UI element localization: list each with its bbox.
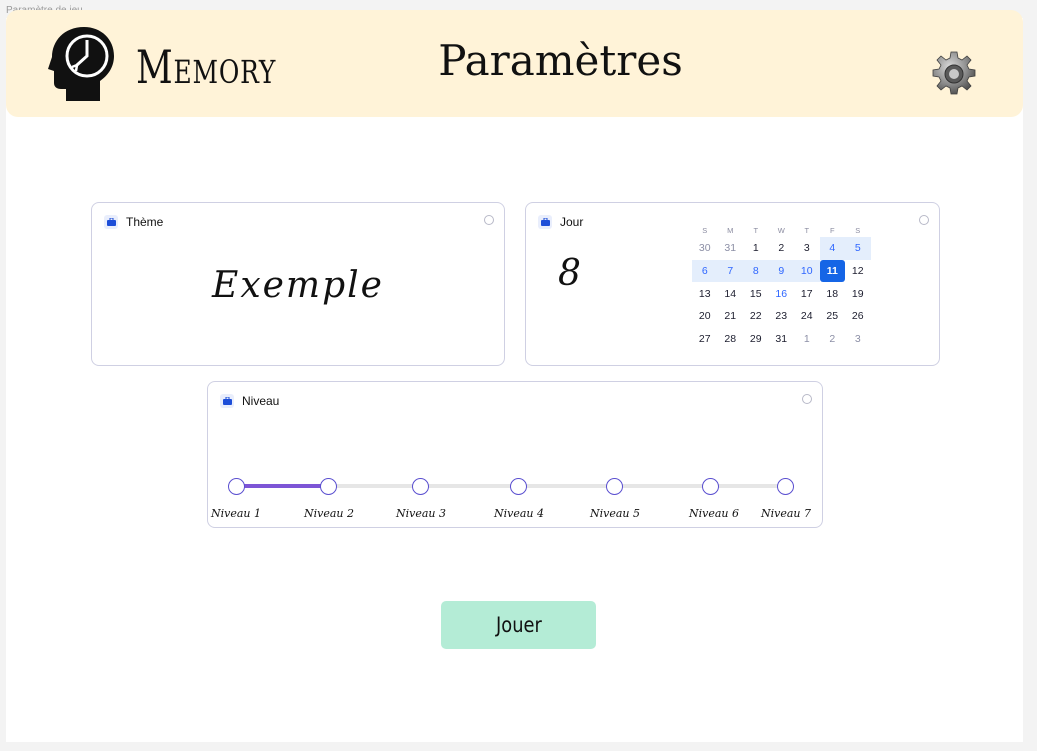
weekday: S (855, 225, 861, 235)
calendar-day[interactable]: 12 (845, 260, 871, 283)
weekday: W (777, 225, 785, 235)
level-label-4[interactable]: Niveau 4 (494, 507, 544, 520)
calendar-day[interactable]: 24 (794, 305, 820, 328)
calendar-day[interactable]: 23 (769, 305, 795, 328)
calendar-day-today[interactable]: 16 (769, 282, 795, 305)
app-header: Memory Paramètres (6, 10, 1023, 117)
calendar-day[interactable]: 30 (692, 237, 718, 260)
calendar-day[interactable]: 17 (794, 282, 820, 305)
theme-card[interactable]: Thème Exemple (91, 202, 505, 366)
weekday: T (753, 225, 759, 235)
level-knob-4[interactable] (510, 478, 527, 495)
calendar-day[interactable]: 5 (845, 237, 871, 260)
level-knob-2[interactable] (320, 478, 337, 495)
calendar-day[interactable]: 28 (718, 328, 744, 351)
calendar-day[interactable]: 8 (743, 259, 769, 283)
theme-radio[interactable] (484, 215, 494, 225)
calendar-week: 6 7 8 9 10 11 12 (692, 259, 871, 283)
theme-value: Exemple (212, 265, 384, 306)
calendar-day[interactable]: 1 (743, 237, 769, 260)
calendar: S M T W T F S 30 31 1 2 3 4 5 6 7 8 9 10… (692, 223, 871, 350)
calendar-day[interactable]: 1 (794, 328, 820, 351)
level-label-2[interactable]: Niveau 2 (304, 507, 354, 520)
day-card[interactable]: Jour 8 S M T W T F S 30 31 1 2 3 4 5 6 7… (525, 202, 940, 366)
level-knob-1[interactable] (228, 478, 245, 495)
calendar-day[interactable]: 3 (845, 328, 871, 351)
play-button[interactable]: Jouer (441, 601, 596, 649)
level-label: Niveau (242, 394, 280, 408)
calendar-day[interactable]: 22 (743, 305, 769, 328)
level-knob-6[interactable] (702, 478, 719, 495)
gear-icon[interactable] (930, 50, 978, 98)
calendar-week: 20 21 22 23 24 25 26 (692, 305, 871, 328)
calendar-week: 13 14 15 16 17 18 19 (692, 282, 871, 305)
calendar-day[interactable]: 18 (820, 282, 846, 305)
theme-card-header: Thème (104, 215, 163, 229)
level-label-1[interactable]: Niveau 1 (211, 507, 261, 520)
calendar-day[interactable]: 19 (845, 282, 871, 305)
calendar-day[interactable]: 14 (718, 282, 744, 305)
calendar-weekdays: S M T W T F S (692, 223, 871, 237)
day-card-header: Jour (538, 215, 583, 229)
calendar-day[interactable]: 29 (743, 328, 769, 351)
calendar-day[interactable]: 4 (819, 237, 845, 260)
level-label-3[interactable]: Niveau 3 (396, 507, 446, 520)
briefcase-icon (104, 215, 118, 229)
weekday: S (702, 225, 708, 235)
calendar-day[interactable]: 27 (692, 328, 718, 351)
weekday: T (804, 225, 810, 235)
page-title: Paramètres (438, 36, 683, 85)
briefcase-icon (220, 394, 234, 408)
level-knob-3[interactable] (412, 478, 429, 495)
calendar-day[interactable]: 20 (692, 305, 718, 328)
calendar-day[interactable]: 13 (692, 282, 718, 305)
calendar-day[interactable]: 15 (743, 282, 769, 305)
level-label-6[interactable]: Niveau 6 (689, 507, 739, 520)
weekday: F (829, 225, 835, 235)
calendar-day[interactable]: 9 (768, 259, 794, 283)
calendar-week: 30 31 1 2 3 4 5 (692, 237, 871, 260)
calendar-day[interactable]: 31 (718, 237, 744, 260)
calendar-day[interactable]: 26 (845, 305, 871, 328)
level-knob-7[interactable] (777, 478, 794, 495)
level-label-5[interactable]: Niveau 5 (590, 507, 640, 520)
calendar-day-selected[interactable]: 11 (819, 259, 845, 283)
level-slider-fill (236, 484, 328, 488)
calendar-day[interactable]: 31 (769, 328, 795, 351)
level-card-header: Niveau (220, 394, 279, 408)
day-radio[interactable] (919, 215, 929, 225)
calendar-day[interactable]: 25 (820, 305, 846, 328)
calendar-day[interactable]: 7 (717, 259, 743, 283)
level-knob-5[interactable] (606, 478, 623, 495)
calendar-day[interactable]: 3 (794, 237, 820, 260)
theme-label: Thème (126, 215, 164, 229)
level-card[interactable]: Niveau Niveau 1 Niveau 2 Niveau 3 Niveau… (207, 381, 823, 528)
play-button-label: Jouer (495, 613, 542, 637)
calendar-day[interactable]: 6 (692, 259, 718, 283)
level-radio[interactable] (802, 394, 812, 404)
day-value: 8 (558, 253, 581, 294)
calendar-day[interactable]: 2 (820, 328, 846, 351)
weekday: M (727, 225, 734, 235)
calendar-day[interactable]: 10 (794, 259, 820, 283)
calendar-day[interactable]: 2 (769, 237, 795, 260)
calendar-day[interactable]: 21 (718, 305, 744, 328)
calendar-week: 27 28 29 31 1 2 3 (692, 328, 871, 351)
day-label: Jour (560, 215, 584, 229)
level-label-7[interactable]: Niveau 7 (761, 507, 811, 520)
briefcase-icon (538, 215, 552, 229)
